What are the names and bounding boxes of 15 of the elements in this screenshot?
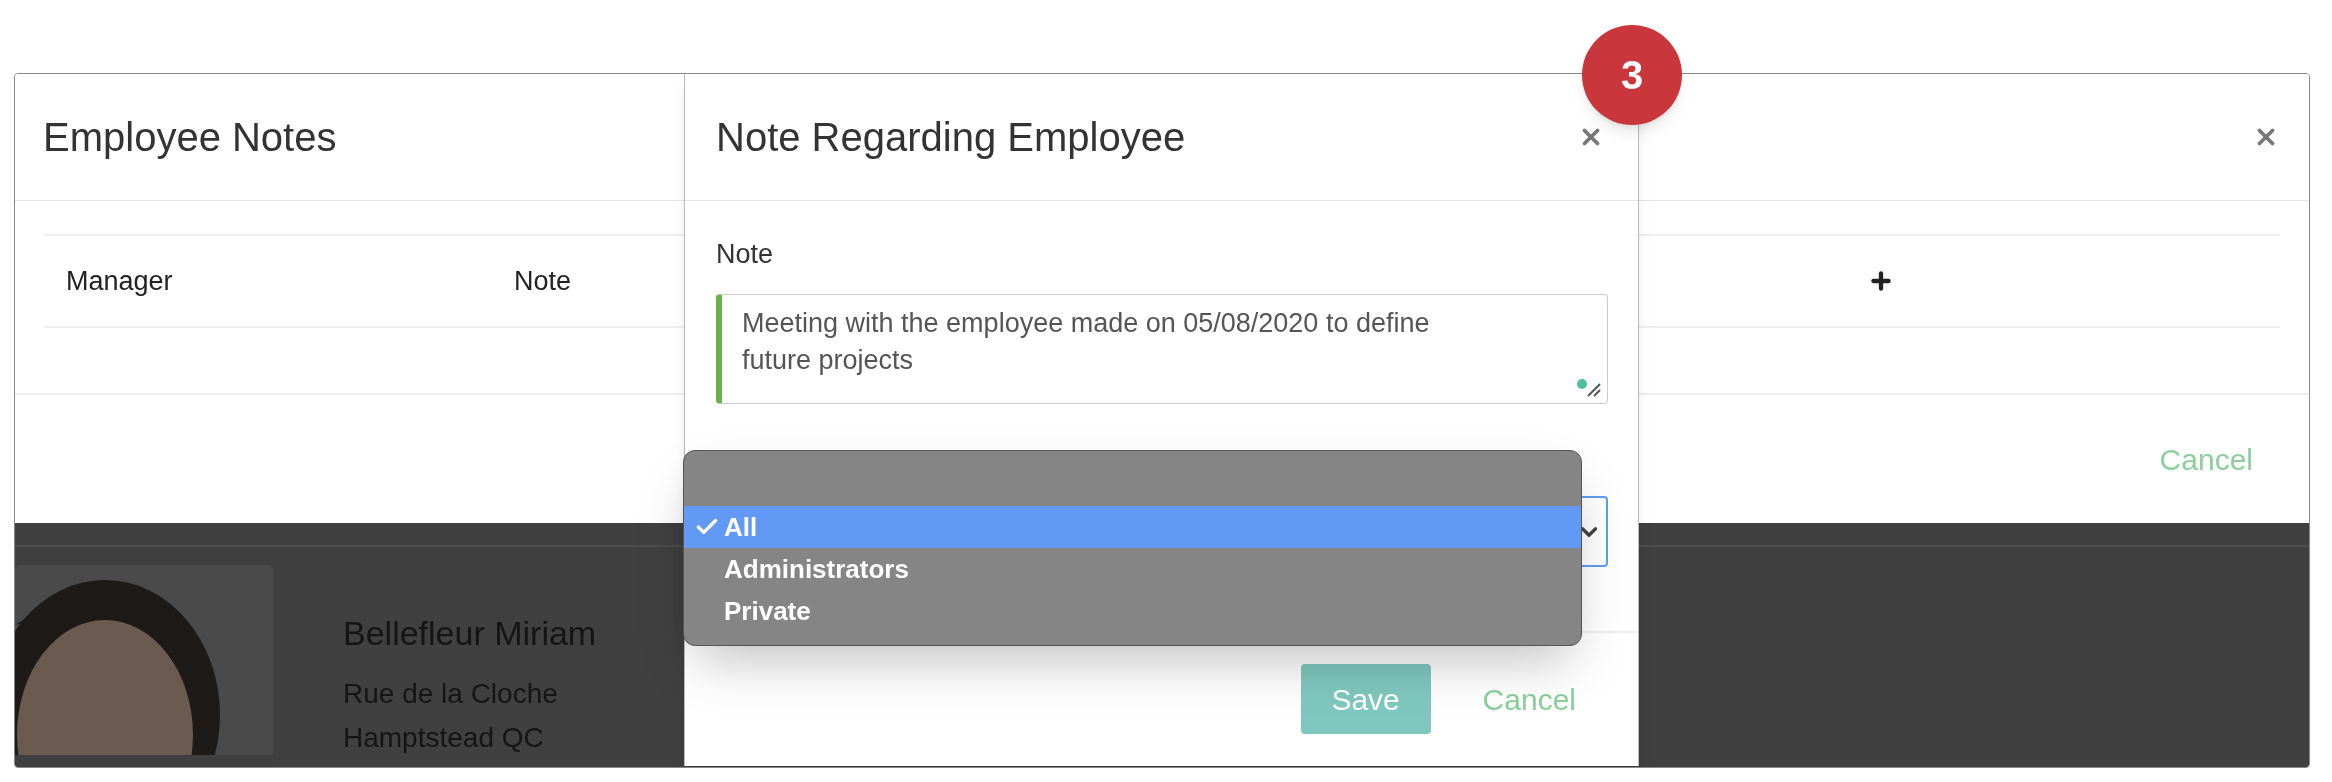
dialog-title: Employee Notes [43,114,337,161]
add-icon[interactable] [1868,268,1894,294]
cancel-button[interactable]: Cancel [2159,436,2253,482]
column-header: Manager [66,264,173,298]
save-button[interactable]: Save [1300,664,1431,734]
dialog-title: Note Regarding Employee [716,114,1186,161]
cancel-button[interactable]: Cancel [1482,664,1576,734]
menu-item[interactable]: Private [684,590,1581,632]
resize-handle-icon [1576,376,1602,398]
menu-item[interactable]: Administrators [684,548,1581,590]
menu-item[interactable]: All [684,506,1581,548]
step-badge: 3 [1582,25,1682,125]
column-header: Note [514,264,572,298]
field-label: Note [716,238,775,271]
note-field[interactable]: Meeting with the employee made on 05/08/2020 to define future projects [716,294,1608,404]
